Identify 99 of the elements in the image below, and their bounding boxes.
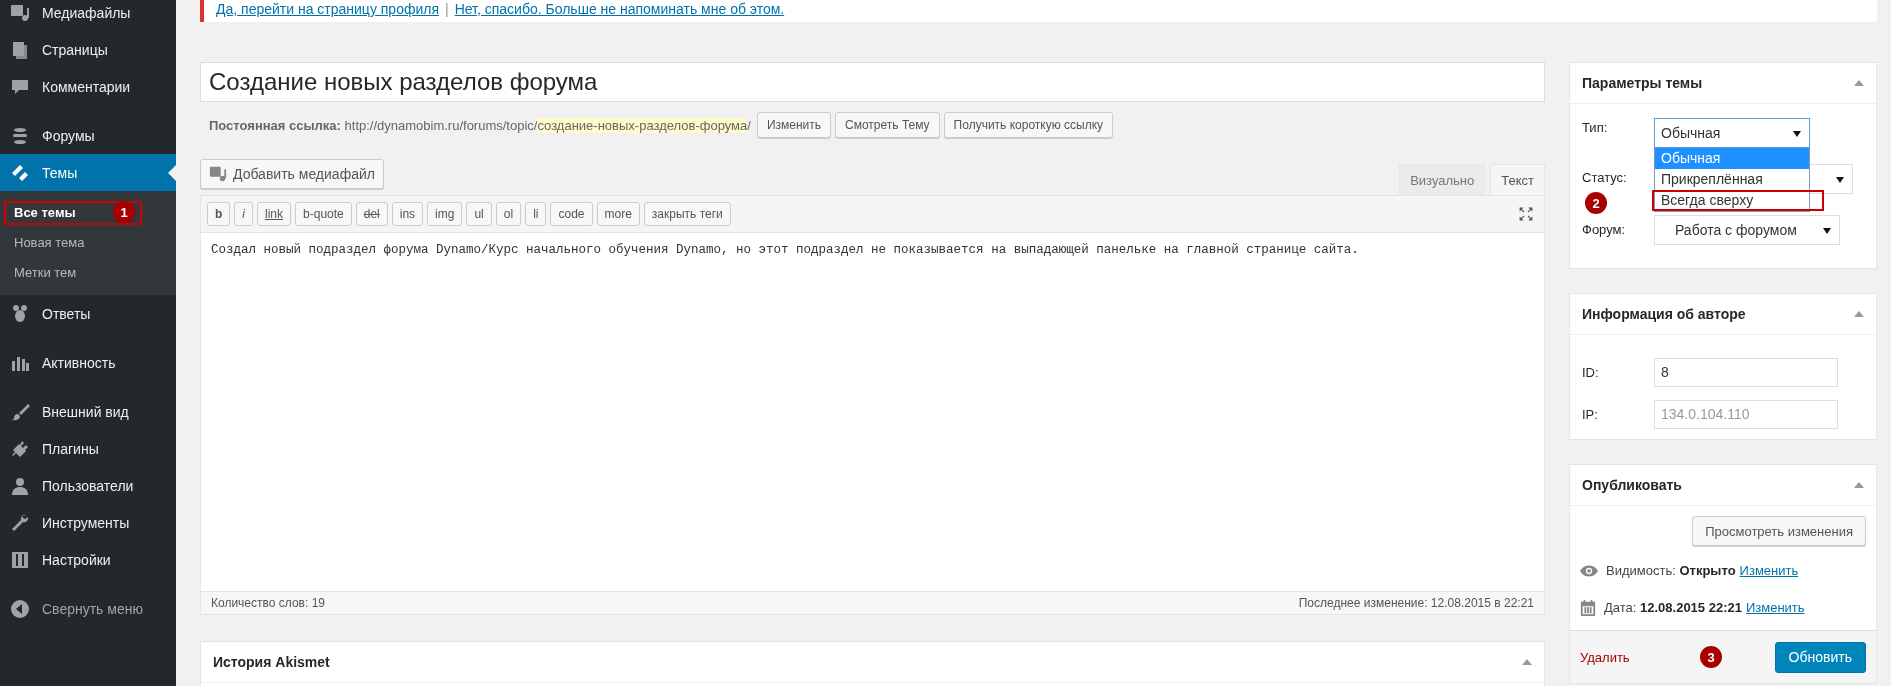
permalink-button[interactable]: Смотреть Тему bbox=[835, 112, 940, 138]
eye-icon bbox=[1580, 563, 1598, 578]
field-label: IP: bbox=[1582, 406, 1599, 422]
menu-label: Страницы bbox=[42, 41, 108, 58]
current-pointer bbox=[168, 165, 176, 181]
submenu-item[interactable]: Метки тем bbox=[14, 264, 77, 280]
quicktag-button[interactable]: закрыть теги bbox=[643, 202, 731, 226]
menu-item[interactable]: Страницы bbox=[0, 31, 176, 68]
input-field[interactable]: 8 bbox=[1654, 357, 1838, 387]
quicktag-button[interactable]: b bbox=[207, 202, 231, 226]
permalink-button[interactable]: Изменить bbox=[756, 112, 832, 138]
menu-item[interactable]: Комментарии bbox=[0, 68, 176, 105]
menu-label: Инструменты bbox=[42, 514, 130, 531]
edit-link[interactable]: Изменить bbox=[1739, 563, 1799, 578]
editor-tab[interactable]: Визуально bbox=[1399, 164, 1486, 195]
menu-label: Темы bbox=[42, 164, 78, 181]
stack-icon bbox=[10, 125, 30, 146]
dismiss-link[interactable]: Нет, спасибо. Больше не напоминать мне об этом. bbox=[454, 1, 785, 17]
quicktag-button[interactable]: b-quote bbox=[295, 202, 352, 226]
quicktag-button[interactable]: more bbox=[596, 202, 640, 226]
menu-label: Ответы bbox=[42, 305, 91, 322]
submenu-item[interactable]: Все темы bbox=[14, 204, 76, 220]
dropdown-option[interactable]: Прикреплённая bbox=[1655, 169, 1809, 190]
collapse-menu[interactable]: Свернуть меню bbox=[0, 590, 176, 627]
permalink-button[interactable]: Получить короткую ссылку bbox=[943, 112, 1114, 138]
menu-label: Медиафайлы bbox=[42, 4, 131, 21]
media-icon bbox=[10, 2, 30, 23]
collapse-triangle-icon[interactable] bbox=[1522, 659, 1532, 665]
separator-text: | bbox=[445, 1, 449, 17]
field-label: ID: bbox=[1582, 364, 1600, 380]
quicktag-button[interactable]: ul bbox=[466, 202, 492, 226]
menu-label: Комментарии bbox=[42, 78, 131, 95]
caret-icon bbox=[1793, 131, 1801, 137]
caret-icon bbox=[1823, 227, 1831, 234]
preview-changes-button[interactable]: Просмотреть изменения bbox=[1692, 516, 1866, 546]
field-label: Тип: bbox=[1582, 119, 1609, 135]
step-badge: 1 bbox=[113, 201, 135, 223]
menu-item[interactable]: Внешний вид bbox=[0, 393, 176, 430]
menu-item[interactable]: Медиафайлы bbox=[0, 0, 176, 31]
menu-item[interactable]: Плагины bbox=[0, 430, 176, 467]
field-label: Статус: bbox=[1582, 169, 1628, 185]
fullscreen-icon[interactable] bbox=[1518, 206, 1534, 222]
step-badge: 2 bbox=[1585, 192, 1607, 214]
menu-item[interactable]: Темы bbox=[0, 154, 176, 191]
editor-tab[interactable]: Текст bbox=[1490, 164, 1545, 195]
visibility-text: Видимость: Открыто bbox=[1606, 563, 1736, 578]
quicktag-button[interactable]: li bbox=[525, 202, 547, 226]
caret-icon bbox=[1836, 177, 1844, 183]
panel-title: История Akismet bbox=[213, 654, 330, 670]
quicktag-button[interactable]: ol bbox=[495, 202, 522, 226]
menu-label: Плагины bbox=[42, 440, 99, 457]
word-count: Количество слов: 19 bbox=[211, 596, 325, 610]
collapse-triangle-icon[interactable] bbox=[1854, 482, 1864, 488]
collapse-triangle-icon[interactable] bbox=[1854, 311, 1864, 317]
plug-icon bbox=[10, 438, 30, 459]
menu-item[interactable]: Инструменты bbox=[0, 504, 176, 541]
quicktag-button[interactable]: link bbox=[257, 202, 292, 226]
menu-label: Пользователи bbox=[42, 477, 134, 494]
menu-label: Форумы bbox=[42, 127, 95, 144]
dropdown-option[interactable]: Всегда сверху bbox=[1655, 190, 1809, 211]
wrench-icon bbox=[10, 512, 30, 533]
quicktag-button[interactable]: img bbox=[427, 202, 463, 226]
type-select[interactable]: Обычная bbox=[1654, 118, 1810, 148]
media-icon bbox=[209, 165, 227, 183]
menu-label: Настройки bbox=[42, 551, 111, 568]
step-badge: 3 bbox=[1700, 646, 1722, 668]
brush-icon bbox=[10, 401, 30, 422]
user-icon bbox=[10, 475, 30, 496]
update-button[interactable]: Обновить bbox=[1774, 641, 1866, 673]
pages-icon bbox=[10, 39, 30, 60]
quicktag-button[interactable]: del bbox=[355, 202, 388, 226]
quicktag-button[interactable]: code bbox=[550, 202, 593, 226]
field-label: Форум: bbox=[1582, 222, 1627, 237]
panel-title: Информация об авторе bbox=[1582, 306, 1746, 322]
menu-item[interactable]: Пользователи bbox=[0, 467, 176, 504]
menu-item[interactable]: Активность bbox=[0, 344, 176, 381]
edit-link[interactable]: Изменить bbox=[1745, 600, 1805, 615]
menu-label: Внешний вид bbox=[42, 403, 129, 420]
profile-link[interactable]: Да, перейти на страницу профиля bbox=[216, 1, 440, 17]
menu-item[interactable]: Форумы bbox=[0, 117, 176, 154]
panel-title: Опубликовать bbox=[1582, 477, 1682, 493]
date-text: Дата: 12.08.2015 22:21 bbox=[1604, 600, 1742, 615]
add-media-button[interactable]: Добавить медиафайл bbox=[200, 159, 384, 189]
menu-label: Активность bbox=[42, 354, 116, 371]
panel-title: Параметры темы bbox=[1582, 75, 1703, 91]
submenu-item[interactable]: Новая тема bbox=[14, 234, 85, 250]
collapse-triangle-icon[interactable] bbox=[1854, 80, 1864, 86]
permalink-text: Постоянная ссылка: http://dynamobim.ru/forums/topic/создание-новых-разделов-форума/ bbox=[209, 117, 751, 133]
menu-item[interactable]: Ответы bbox=[0, 295, 176, 332]
calendar-icon bbox=[1580, 598, 1596, 617]
collapse-icon bbox=[10, 598, 30, 619]
content-textarea[interactable]: Создал новый подраздел форума Dynamo/Курс начального обучения Dynamo, но этот подраздел не показывается на выпадающей панельке на главной странице сайта. bbox=[201, 233, 1544, 591]
delete-link[interactable]: Удалить bbox=[1580, 649, 1630, 665]
title-field[interactable]: Создание новых разделов форума bbox=[200, 62, 1545, 102]
quicktag-button[interactable]: i bbox=[234, 202, 253, 226]
quicktag-button[interactable]: ins bbox=[391, 202, 424, 226]
forum-select[interactable]: Работа с форумом bbox=[1654, 214, 1840, 245]
menu-item[interactable]: Настройки bbox=[0, 541, 176, 578]
last-edit-text: Последнее изменение: 12.08.2015 в 22:21 bbox=[1298, 596, 1534, 610]
